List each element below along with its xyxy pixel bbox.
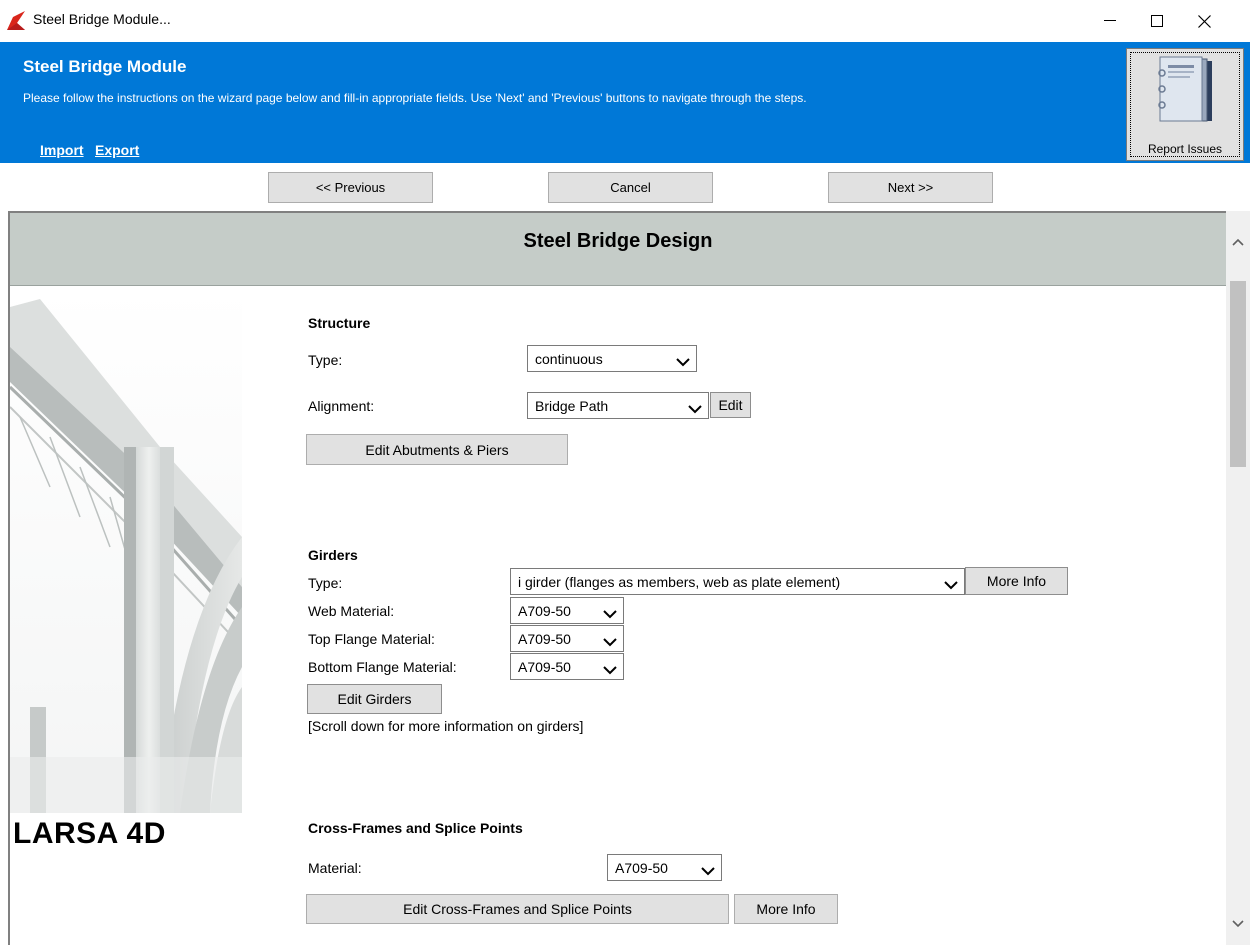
top-flange-material-value: A709-50	[518, 630, 571, 647]
chevron-down-icon	[603, 634, 617, 650]
window-title: Steel Bridge Module...	[33, 11, 171, 27]
scroll-down-icon[interactable]	[1226, 912, 1250, 936]
cross-frames-heading: Cross-Frames and Splice Points	[308, 820, 523, 836]
edit-cross-frames-button[interactable]: Edit Cross-Frames and Splice Points	[306, 894, 729, 924]
cross-frames-more-info-button[interactable]: More Info	[734, 894, 838, 924]
alignment-select[interactable]: Bridge Path	[527, 392, 709, 419]
structure-heading: Structure	[308, 315, 371, 331]
larsa-app-icon	[7, 11, 25, 30]
header-title: Steel Bridge Module	[23, 57, 187, 76]
structure-type-value: continuous	[535, 350, 603, 367]
minimize-icon[interactable]	[1087, 0, 1133, 42]
chevron-down-icon	[701, 863, 715, 879]
bottom-flange-material-value: A709-50	[518, 658, 571, 675]
window-titlebar: Steel Bridge Module...	[0, 0, 1250, 42]
girder-more-info-button[interactable]: More Info	[965, 567, 1068, 595]
next-button[interactable]: Next >>	[828, 172, 993, 203]
chevron-down-icon	[676, 354, 690, 370]
page-header: Steel Bridge Design	[10, 213, 1226, 286]
web-material-value: A709-50	[518, 602, 571, 619]
chevron-down-icon	[603, 606, 617, 622]
header-instructions: Please follow the instructions on the wi…	[23, 91, 807, 105]
edit-abutments-piers-button[interactable]: Edit Abutments & Piers	[306, 434, 568, 465]
binder-icon	[1154, 55, 1216, 132]
web-material-select[interactable]: A709-50	[510, 597, 624, 624]
top-flange-material-label: Top Flange Material:	[308, 631, 435, 647]
report-issues-label: Report Issues	[1147, 142, 1223, 156]
girder-type-value: i girder (flanges as members, web as pla…	[518, 573, 841, 590]
bridge-image	[10, 287, 242, 813]
close-icon[interactable]	[1181, 0, 1227, 42]
bottom-flange-material-label: Bottom Flange Material:	[308, 659, 457, 675]
export-link[interactable]: Export	[95, 142, 139, 158]
girders-heading: Girders	[308, 547, 358, 563]
cross-frames-material-select[interactable]: A709-50	[607, 854, 722, 881]
girder-type-select[interactable]: i girder (flanges as members, web as pla…	[510, 568, 965, 595]
bottom-flange-material-select[interactable]: A709-50	[510, 653, 624, 680]
import-link[interactable]: Import	[40, 142, 84, 158]
scroll-up-icon[interactable]	[1226, 230, 1250, 254]
cancel-button[interactable]: Cancel	[548, 172, 713, 203]
cross-frames-material-value: A709-50	[615, 859, 668, 876]
chevron-down-icon	[944, 577, 958, 593]
alignment-value: Bridge Path	[535, 397, 609, 414]
edit-alignment-button[interactable]: Edit	[710, 392, 751, 418]
structure-type-label: Type:	[308, 352, 343, 368]
wizard-page: Steel Bridge Design LARSA 4D Structure T…	[8, 211, 1226, 945]
cross-frames-material-label: Material:	[308, 860, 362, 876]
previous-button[interactable]: << Previous	[268, 172, 433, 203]
chevron-down-icon	[688, 401, 702, 417]
top-flange-material-select[interactable]: A709-50	[510, 625, 624, 652]
edit-girders-button[interactable]: Edit Girders	[307, 684, 442, 714]
maximize-icon[interactable]	[1134, 0, 1180, 42]
scrollbar-thumb[interactable]	[1230, 281, 1246, 467]
girder-type-label: Type:	[308, 575, 343, 591]
web-material-label: Web Material:	[308, 603, 395, 619]
report-issues-button[interactable]: Report Issues	[1126, 48, 1244, 161]
alignment-label: Alignment:	[308, 398, 375, 414]
girders-note: [Scroll down for more information on gir…	[308, 718, 584, 734]
vertical-scrollbar[interactable]	[1226, 211, 1250, 945]
larsa-brand-logo: LARSA 4D	[13, 817, 166, 850]
structure-type-select[interactable]: continuous	[527, 345, 697, 372]
chevron-down-icon	[603, 662, 617, 678]
wizard-header: Steel Bridge Module Please follow the in…	[0, 42, 1250, 163]
page-title: Steel Bridge Design	[523, 230, 713, 252]
